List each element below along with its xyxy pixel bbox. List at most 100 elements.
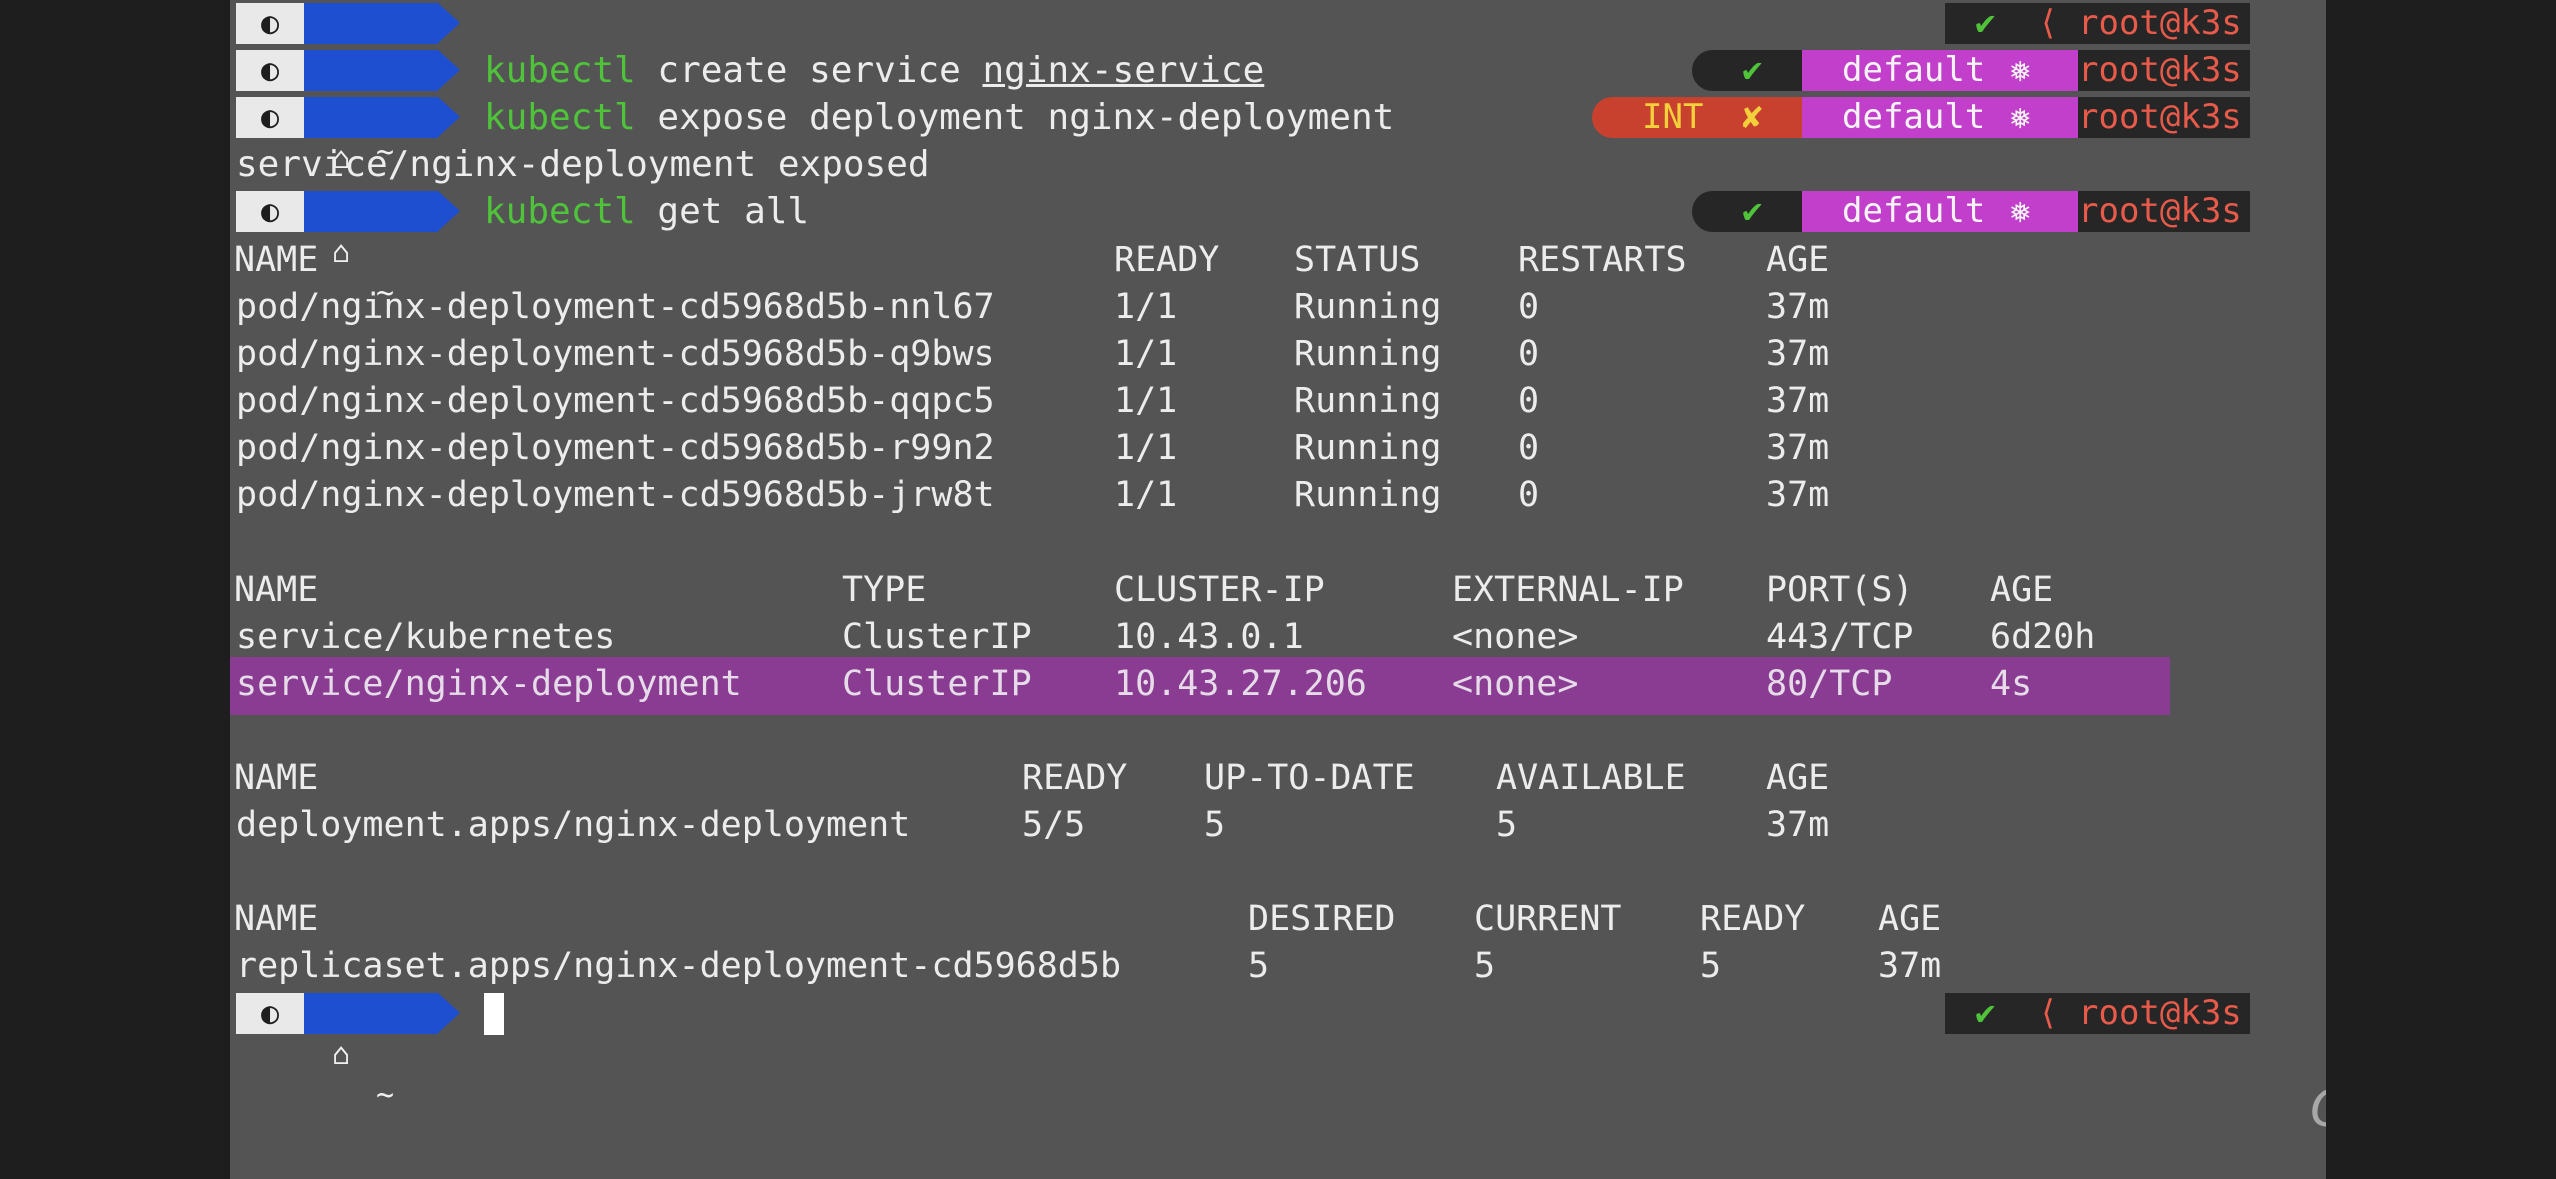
status-ok-icon: ✔: [1692, 50, 1802, 91]
deployment-available: 5: [1496, 805, 1518, 845]
pod-age: 37m: [1766, 287, 1830, 327]
prompt-line-active[interactable]: ◐ ⌂ ~ ✔ ⟨ root@k3s: [230, 990, 2326, 1113]
column-header: NAME: [234, 570, 319, 610]
column-header: CLUSTER-IP: [1114, 570, 1325, 610]
service-name: service/nginx-deployment: [236, 664, 742, 704]
user-host: root@k3s: [2078, 191, 2250, 232]
pod-name: pod/nginx-deployment-cd5968d5b-nnl67: [236, 287, 995, 327]
service-cluster-ip: 10.43.27.206: [1114, 664, 1367, 704]
column-header: READY: [1022, 758, 1128, 798]
pod-restarts: 0: [1518, 381, 1540, 421]
command-args: expose deployment nginx-deployment: [635, 97, 1395, 138]
command-exe: kubectl: [484, 50, 636, 91]
pod-restarts: 0: [1518, 287, 1540, 327]
interrupt-label: INT: [1592, 97, 1742, 138]
pod-name: pod/nginx-deployment-cd5968d5b-r99n2: [236, 428, 995, 468]
column-header: UP-TO-DATE: [1204, 758, 1415, 798]
column-header: AGE: [1990, 570, 2054, 610]
home-icon: ⌂: [332, 1037, 351, 1072]
column-header: NAME: [234, 899, 319, 939]
prompt-line: ◐ ⌂ ~ kubectl get all ✔ default ❅ root@k…: [230, 188, 2326, 311]
terminal-window[interactable]: ◐ ⌂ ~ ✔ ⟨ root@k3s ◐ ⌂ ~ kubectl create …: [230, 0, 2326, 1179]
deployment-age: 37m: [1766, 805, 1830, 845]
column-header: NAME: [234, 240, 319, 280]
command-args: get all: [635, 191, 810, 232]
service-ports: 80/TCP: [1766, 664, 1893, 704]
dir-segment: ⌂ ~: [304, 191, 460, 311]
user-host: root@k3s: [2078, 3, 2250, 44]
pod-name: pod/nginx-deployment-cd5968d5b-jrw8t: [236, 475, 995, 515]
dir-segment: ⌂ ~: [304, 993, 460, 1113]
deployment-ready: 5/5: [1022, 805, 1086, 845]
command-exe: kubectl: [484, 97, 636, 138]
pod-age: 37m: [1766, 428, 1830, 468]
pod-ready: 1/1: [1114, 287, 1178, 327]
pod-ready: 1/1: [1114, 381, 1178, 421]
text-cursor[interactable]: [484, 993, 504, 1035]
column-header: DESIRED: [1248, 899, 1396, 939]
dir-path: ~: [376, 1078, 395, 1113]
kube-icon: ❅: [2010, 97, 2031, 137]
column-header: STATUS: [1294, 240, 1421, 280]
pod-restarts: 0: [1518, 475, 1540, 515]
prompt-line: ◐ ⌂ ~ ✔ ⟨ root@k3s: [230, 0, 2326, 123]
interrupt-icon: ✘: [1742, 97, 1802, 138]
dir-segment: ⌂ ~: [304, 3, 460, 123]
column-header: EXTERNAL-IP: [1452, 570, 1684, 610]
status-ok-icon: ✔: [1945, 3, 2045, 44]
column-header: READY: [1114, 240, 1220, 280]
kube-icon: ❅: [2010, 50, 2031, 90]
column-header: AGE: [1766, 758, 1830, 798]
prompt-line: ◐ ⌂ ~ kubectl expose deployment nginx-de…: [230, 94, 2326, 217]
os-icon: ◐: [236, 191, 322, 232]
command-text: kubectl expose deployment nginx-deployme…: [484, 94, 1394, 141]
column-header: AGE: [1878, 899, 1942, 939]
deployment-up-to-date: 5: [1204, 805, 1226, 845]
service-age: 4s: [1990, 664, 2033, 704]
column-header: AGE: [1766, 240, 1830, 280]
status-ok-icon: ✔: [1692, 191, 1802, 232]
pod-age: 37m: [1766, 334, 1830, 374]
service-ports: 443/TCP: [1766, 617, 1914, 657]
column-header: NAME: [234, 758, 319, 798]
pod-status: Running: [1294, 381, 1442, 421]
dir-segment: ⌂ ~: [304, 97, 460, 217]
column-header: CURRENT: [1474, 899, 1622, 939]
user-host: root@k3s: [2078, 993, 2250, 1034]
service-external-ip: <none>: [1452, 664, 1579, 704]
service-external-ip: <none>: [1452, 617, 1579, 657]
pod-ready: 1/1: [1114, 428, 1178, 468]
os-icon: ◐: [236, 50, 322, 91]
pod-restarts: 0: [1518, 428, 1540, 468]
replicaset-name: replicaset.apps/nginx-deployment-cd5968d…: [236, 946, 1122, 986]
column-header: AVAILABLE: [1496, 758, 1686, 798]
command-text: kubectl get all: [484, 188, 809, 235]
pod-status: Running: [1294, 475, 1442, 515]
service-age: 6d20h: [1990, 617, 2096, 657]
dir-segment: ⌂ ~: [304, 50, 460, 170]
pod-age: 37m: [1766, 381, 1830, 421]
column-header: RESTARTS: [1518, 240, 1687, 280]
chevron-icon: ⟨: [2038, 993, 2078, 1034]
kube-icon: ❅: [2010, 191, 2031, 231]
replicaset-desired: 5: [1248, 946, 1270, 986]
pod-status: Running: [1294, 428, 1442, 468]
home-icon: ⌂: [332, 235, 351, 270]
prompt-line: ◐ ⌂ ~ kubectl create service nginx-servi…: [230, 47, 2326, 170]
command-output: service/nginx-deployment exposed: [236, 144, 930, 185]
watermark-text: GeekHour: [2310, 1080, 2326, 1138]
deployment-name: deployment.apps/nginx-deployment: [236, 805, 911, 845]
command-exe: kubectl: [484, 191, 636, 232]
pod-ready: 1/1: [1114, 334, 1178, 374]
replicaset-current: 5: [1474, 946, 1496, 986]
column-header: PORT(S): [1766, 570, 1914, 610]
os-icon: ◐: [236, 993, 322, 1034]
service-type: ClusterIP: [842, 617, 1032, 657]
column-header: READY: [1700, 899, 1806, 939]
command-arg-underlined: nginx-service: [982, 50, 1265, 91]
pod-status: Running: [1294, 334, 1442, 374]
command-text: kubectl create service nginx-service: [484, 47, 1264, 94]
pod-name: pod/nginx-deployment-cd5968d5b-qqpc5: [236, 381, 995, 421]
status-ok-icon: ✔: [1945, 993, 2045, 1034]
replicaset-age: 37m: [1878, 946, 1942, 986]
